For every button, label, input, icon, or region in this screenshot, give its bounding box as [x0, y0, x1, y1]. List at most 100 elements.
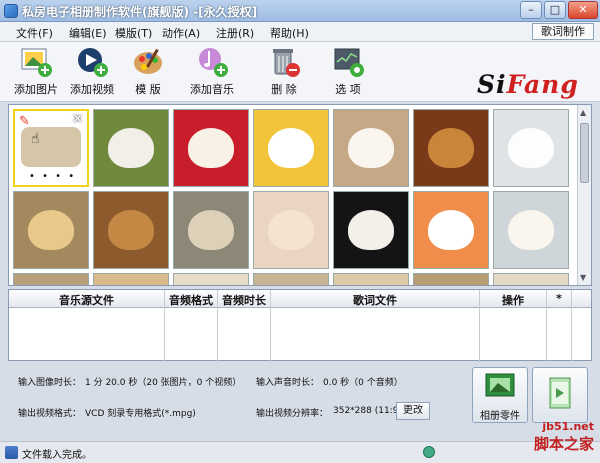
photo-thumb[interactable]: [173, 109, 249, 187]
add-music-button[interactable]: 添加音乐: [182, 46, 242, 97]
photo-thumb[interactable]: [493, 191, 569, 269]
resolution-label: 输出视频分辨率：: [256, 409, 329, 419]
options-icon: [331, 46, 365, 78]
menu-edit[interactable]: 编辑(E): [69, 25, 107, 41]
audio-duration-label: 输入声音时长：: [256, 378, 320, 388]
hand-cursor-icon: ☝: [31, 131, 40, 147]
photo-grid: ✎ ✕ • • • • ☝ ▲ ▼: [8, 104, 592, 286]
delete-button[interactable]: 删 除: [254, 46, 314, 97]
palette-icon: [131, 46, 165, 78]
lyric-maker-button[interactable]: 歌词制作: [532, 23, 594, 40]
photo-image: [21, 127, 81, 167]
column-divider: [164, 290, 165, 362]
menu-action[interactable]: 动作(A): [162, 25, 200, 41]
add-video-icon: [75, 46, 109, 78]
window-title: 私房电子相册制作软件(旗舰版) -[永久授权]: [22, 5, 258, 19]
photo-thumb[interactable]: [173, 191, 249, 269]
image-duration-label: 输入图像时长：: [18, 378, 82, 388]
scroll-thumb[interactable]: [580, 123, 589, 183]
image-duration-value: 1 分 20.0 秒（20 张图片，0 个视频）: [85, 378, 242, 388]
status-text: 文件载入完成。: [22, 450, 92, 461]
album-parts-label: 相册零件: [480, 411, 520, 422]
change-resolution-button[interactable]: 更改: [396, 402, 430, 420]
add-photo-icon: [19, 46, 53, 78]
photo-thumb[interactable]: [93, 273, 169, 285]
add-video-button[interactable]: 添加视频: [62, 46, 122, 97]
album-parts-icon: [485, 373, 515, 397]
photo-image: [108, 128, 154, 168]
photo-thumb[interactable]: [493, 109, 569, 187]
globe-icon[interactable]: [423, 446, 435, 458]
video-format-value: VCD 刻录专用格式(*.mpg): [85, 409, 196, 419]
photo-image: [508, 210, 554, 250]
menu-template[interactable]: 模版(T): [115, 25, 152, 41]
options-button[interactable]: 选 项: [318, 46, 378, 97]
col-music-source[interactable]: 音乐源文件: [9, 292, 164, 308]
title-bar: 私房电子相册制作软件(旗舰版) -[永久授权] – □ ✕: [0, 0, 600, 22]
add-photo-button[interactable]: 添加图片: [6, 46, 66, 97]
column-divider: [546, 290, 547, 362]
photo-thumb[interactable]: [253, 191, 329, 269]
options-label: 选 项: [335, 83, 361, 96]
photo-thumb[interactable]: [413, 191, 489, 269]
col-operation[interactable]: 操作: [480, 292, 546, 308]
close-icon[interactable]: ✕: [72, 112, 83, 127]
photo-image: [188, 128, 234, 168]
menu-file[interactable]: 文件(F): [16, 25, 53, 41]
photo-thumb[interactable]: [93, 109, 169, 187]
scroll-up-icon[interactable]: ▲: [580, 108, 586, 117]
photo-thumb[interactable]: [13, 191, 89, 269]
maximize-button[interactable]: □: [544, 1, 566, 19]
watermark: jb51.net 脚本之家: [534, 420, 594, 454]
edit-pencil-icon[interactable]: ✎: [19, 114, 30, 129]
app-icon: [4, 4, 18, 18]
col-audio-duration[interactable]: 音频时长: [218, 292, 270, 308]
trash-icon: [267, 46, 301, 78]
photo-thumb[interactable]: [333, 273, 409, 285]
watermark-name: 脚本之家: [533, 435, 594, 453]
logo-part2: Fang: [506, 70, 579, 99]
photo-thumb[interactable]: [413, 273, 489, 285]
photo-thumb[interactable]: [93, 191, 169, 269]
photo-thumb[interactable]: [13, 273, 89, 285]
music-table: 音乐源文件 音频格式 音频时长 歌词文件 操作 *: [8, 289, 592, 362]
col-star[interactable]: *: [547, 292, 571, 305]
photo-thumb[interactable]: [333, 109, 409, 187]
audio-duration-value: 0.0 秒（0 个音频）: [323, 378, 403, 388]
menu-register[interactable]: 注册(R): [216, 25, 254, 41]
add-photo-label: 添加图片: [14, 83, 58, 96]
photo-thumb[interactable]: [333, 191, 409, 269]
photo-image: [428, 210, 474, 250]
col-lyric-file[interactable]: 歌词文件: [271, 292, 479, 308]
add-music-icon: [195, 46, 229, 78]
minimize-button[interactable]: –: [520, 1, 542, 19]
add-music-label: 添加音乐: [190, 83, 234, 96]
menu-bar: 文件(F) 编辑(E) 模版(T) 动作(A) 注册(R) 帮助(H) 歌词制作: [0, 22, 600, 42]
photo-thumb[interactable]: [493, 273, 569, 285]
photo-image: [268, 128, 314, 168]
close-button[interactable]: ✕: [568, 1, 598, 19]
photo-thumb[interactable]: [253, 109, 329, 187]
export-button[interactable]: [532, 367, 588, 423]
video-format-label: 输出视频格式：: [18, 409, 82, 419]
template-button[interactable]: 模 版: [118, 46, 178, 97]
photo-thumb[interactable]: [253, 273, 329, 285]
music-table-header: 音乐源文件 音频格式 音频时长 歌词文件 操作 *: [9, 290, 591, 308]
menu-help[interactable]: 帮助(H): [270, 25, 309, 41]
album-parts-button[interactable]: 相册零件: [472, 367, 528, 423]
status-icon: [5, 446, 18, 459]
photo-grid-scrollbar[interactable]: ▲ ▼: [577, 105, 591, 285]
more-dots[interactable]: • • • •: [29, 171, 76, 182]
photo-thumb[interactable]: [413, 109, 489, 187]
photo-image: [188, 210, 234, 250]
column-divider: [270, 290, 271, 362]
sifang-logo: SiFang: [477, 70, 579, 99]
scroll-down-icon[interactable]: ▼: [580, 273, 586, 282]
photo-thumb[interactable]: [173, 273, 249, 285]
status-bar: 文件载入完成。: [0, 441, 600, 463]
photo-thumb[interactable]: ✎ ✕ • • • • ☝: [13, 109, 89, 187]
photo-image: [428, 128, 474, 168]
film-export-icon: [549, 377, 571, 409]
column-divider: [217, 290, 218, 362]
col-audio-format[interactable]: 音频格式: [165, 292, 217, 308]
